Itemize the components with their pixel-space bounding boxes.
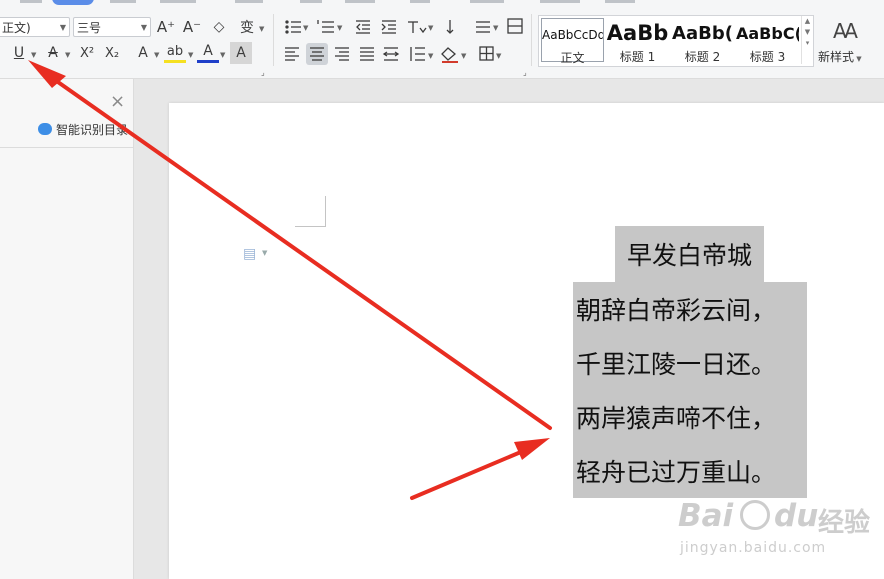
decrease-indent-icon[interactable] — [356, 20, 370, 34]
chevron-down-icon[interactable]: ▼ — [188, 51, 193, 59]
phonetic-guide-icon[interactable]: 变 — [236, 16, 258, 38]
new-style-button[interactable]: 新样式 ▼ — [818, 48, 862, 65]
font-size-select[interactable]: 三号 ▼ — [73, 17, 151, 37]
style-item-heading-3[interactable]: AaBbC( 标题 3 — [736, 18, 799, 64]
divider — [273, 14, 274, 66]
ribbon-tab-strip — [0, 0, 884, 6]
baidu-jingyan-watermark: Bai du 经验 jingyan.baidu.com — [678, 496, 874, 572]
font-name-select[interactable]: 正文) ▼ — [0, 17, 70, 37]
poem-line[interactable]: 朝辞白帝彩云间， — [573, 282, 807, 336]
ribbon-toolbar: 正文) ▼ 三号 ▼ A⁺ A⁻ ◇ 变 ▼ U ▼ A ▼ X² X₂ A ▼… — [0, 0, 884, 79]
chevron-down-icon[interactable]: ▼ — [337, 24, 343, 32]
divider — [0, 147, 133, 148]
font-size-value: 三号 — [77, 21, 102, 35]
line-spacing-icon[interactable] — [476, 21, 490, 33]
chevron-down-icon[interactable]: ▼ — [428, 24, 434, 32]
divider — [531, 14, 532, 66]
clear-format-icon[interactable]: ◇ — [208, 16, 230, 38]
sort-icon[interactable] — [446, 20, 454, 34]
style-sample: AaBbCcDd — [542, 28, 603, 42]
superscript-icon[interactable]: X² — [76, 42, 98, 64]
style-sample: AaBb — [606, 21, 669, 45]
chevron-down-icon[interactable]: ▼ — [259, 25, 264, 33]
watermark-brand-suffix: du — [774, 498, 819, 534]
margin-crop-mark — [295, 226, 326, 227]
strikethrough-icon[interactable]: A — [42, 42, 64, 64]
poem-line[interactable]: 两岸猿声啼不住， — [573, 390, 807, 444]
chevron-down-icon: ▼ — [140, 23, 147, 32]
paw-icon — [740, 500, 770, 530]
underline-icon[interactable]: U — [8, 42, 30, 64]
style-item-body[interactable]: AaBbCcDd 正文 — [541, 18, 604, 65]
poem-line[interactable]: 千里江陵一日还。 — [573, 336, 807, 390]
chevron-down-icon: ▼ — [59, 23, 66, 32]
text-effect-icon[interactable]: A — [132, 42, 154, 64]
style-item-heading-2[interactable]: AaBb( 标题 2 — [671, 18, 734, 64]
numbered-list-icon[interactable] — [317, 20, 334, 33]
shading-fill-icon[interactable] — [441, 47, 458, 63]
chevron-down-icon[interactable]: ▼ — [461, 52, 467, 60]
style-sample: AaBb( — [672, 23, 733, 44]
style-item-heading-1[interactable]: AaBb 标题 1 — [606, 18, 669, 64]
poem-line[interactable]: 轻舟已过万重山。 — [573, 444, 807, 498]
align-center-active-bg — [306, 43, 328, 65]
watermark-brand: Bai — [678, 498, 734, 534]
new-style-icon[interactable]: AA — [824, 19, 864, 43]
style-name: 标题 1 — [619, 50, 656, 64]
styles-gallery: AaBbCcDd 正文 AaBb 标题 1 AaBb( 标题 2 AaBbC( … — [538, 15, 814, 67]
chevron-down-icon[interactable]: ▼ — [65, 51, 70, 59]
watermark-url: jingyan.baidu.com — [680, 540, 827, 556]
bullet-list-icon[interactable] — [285, 20, 301, 34]
style-name: 标题 2 — [684, 50, 721, 64]
highlight-color-icon[interactable]: ab — [164, 42, 186, 63]
justify-icon[interactable] — [360, 47, 374, 61]
chevron-down-icon[interactable]: ▼ — [154, 51, 159, 59]
shrink-font-icon[interactable]: A⁻ — [181, 16, 203, 38]
paragraph-handle-icon[interactable]: ▤ — [243, 246, 256, 262]
close-icon[interactable]: × — [110, 91, 125, 112]
font-name-value: 正文) — [2, 21, 31, 35]
style-name: 标题 3 — [749, 50, 786, 64]
style-sample: AaBbC( — [736, 24, 799, 43]
char-shading-icon[interactable]: A — [230, 42, 252, 64]
margin-crop-mark — [325, 196, 326, 226]
chevron-down-icon[interactable]: ▼ — [493, 24, 499, 32]
chevron-down-icon[interactable]: ▼ — [262, 249, 267, 257]
chevron-down-icon[interactable]: ▼ — [220, 51, 225, 59]
text-direction-icon[interactable] — [408, 21, 427, 34]
distributed-align-icon[interactable] — [382, 47, 400, 61]
subscript-icon[interactable]: X₂ — [101, 42, 123, 64]
chevron-down-icon[interactable]: ▼ — [496, 52, 502, 60]
border-icon[interactable] — [479, 46, 494, 61]
watermark-tagline: 经验 — [818, 508, 871, 538]
paragraph-tools: ▼ ▼ ▼ ▼ ▼ ▼ ▼ — [285, 18, 523, 65]
font-color-icon[interactable]: A — [197, 42, 219, 63]
style-name: 正文 — [560, 51, 585, 65]
smart-recognition-icon — [38, 123, 52, 135]
paragraph-group-launcher-icon[interactable]: ⌟ — [523, 68, 527, 77]
increase-indent-icon[interactable] — [381, 20, 396, 34]
chevron-down-icon[interactable]: ▼ — [303, 24, 309, 32]
gallery-scroll[interactable]: ▲ ▼ ▾ — [801, 16, 813, 64]
navigation-pane: × 智能识别目录 — [0, 79, 134, 579]
chevron-down-icon[interactable]: ▼ — [31, 51, 36, 59]
smart-toc-button[interactable]: 智能识别目录 — [56, 121, 128, 138]
grow-font-icon[interactable]: A⁺ — [155, 16, 177, 38]
align-right-icon[interactable] — [335, 47, 349, 61]
show-hide-marks-icon[interactable] — [507, 18, 523, 34]
chevron-down-icon[interactable]: ▼ — [428, 52, 434, 60]
font-group-launcher-icon[interactable]: ⌟ — [261, 68, 265, 77]
tab-start-active[interactable] — [52, 0, 94, 5]
poem-title[interactable]: 早发白帝城 — [615, 226, 764, 282]
paragraph-spacing-icon[interactable] — [410, 47, 425, 61]
align-left-icon[interactable] — [285, 47, 299, 61]
